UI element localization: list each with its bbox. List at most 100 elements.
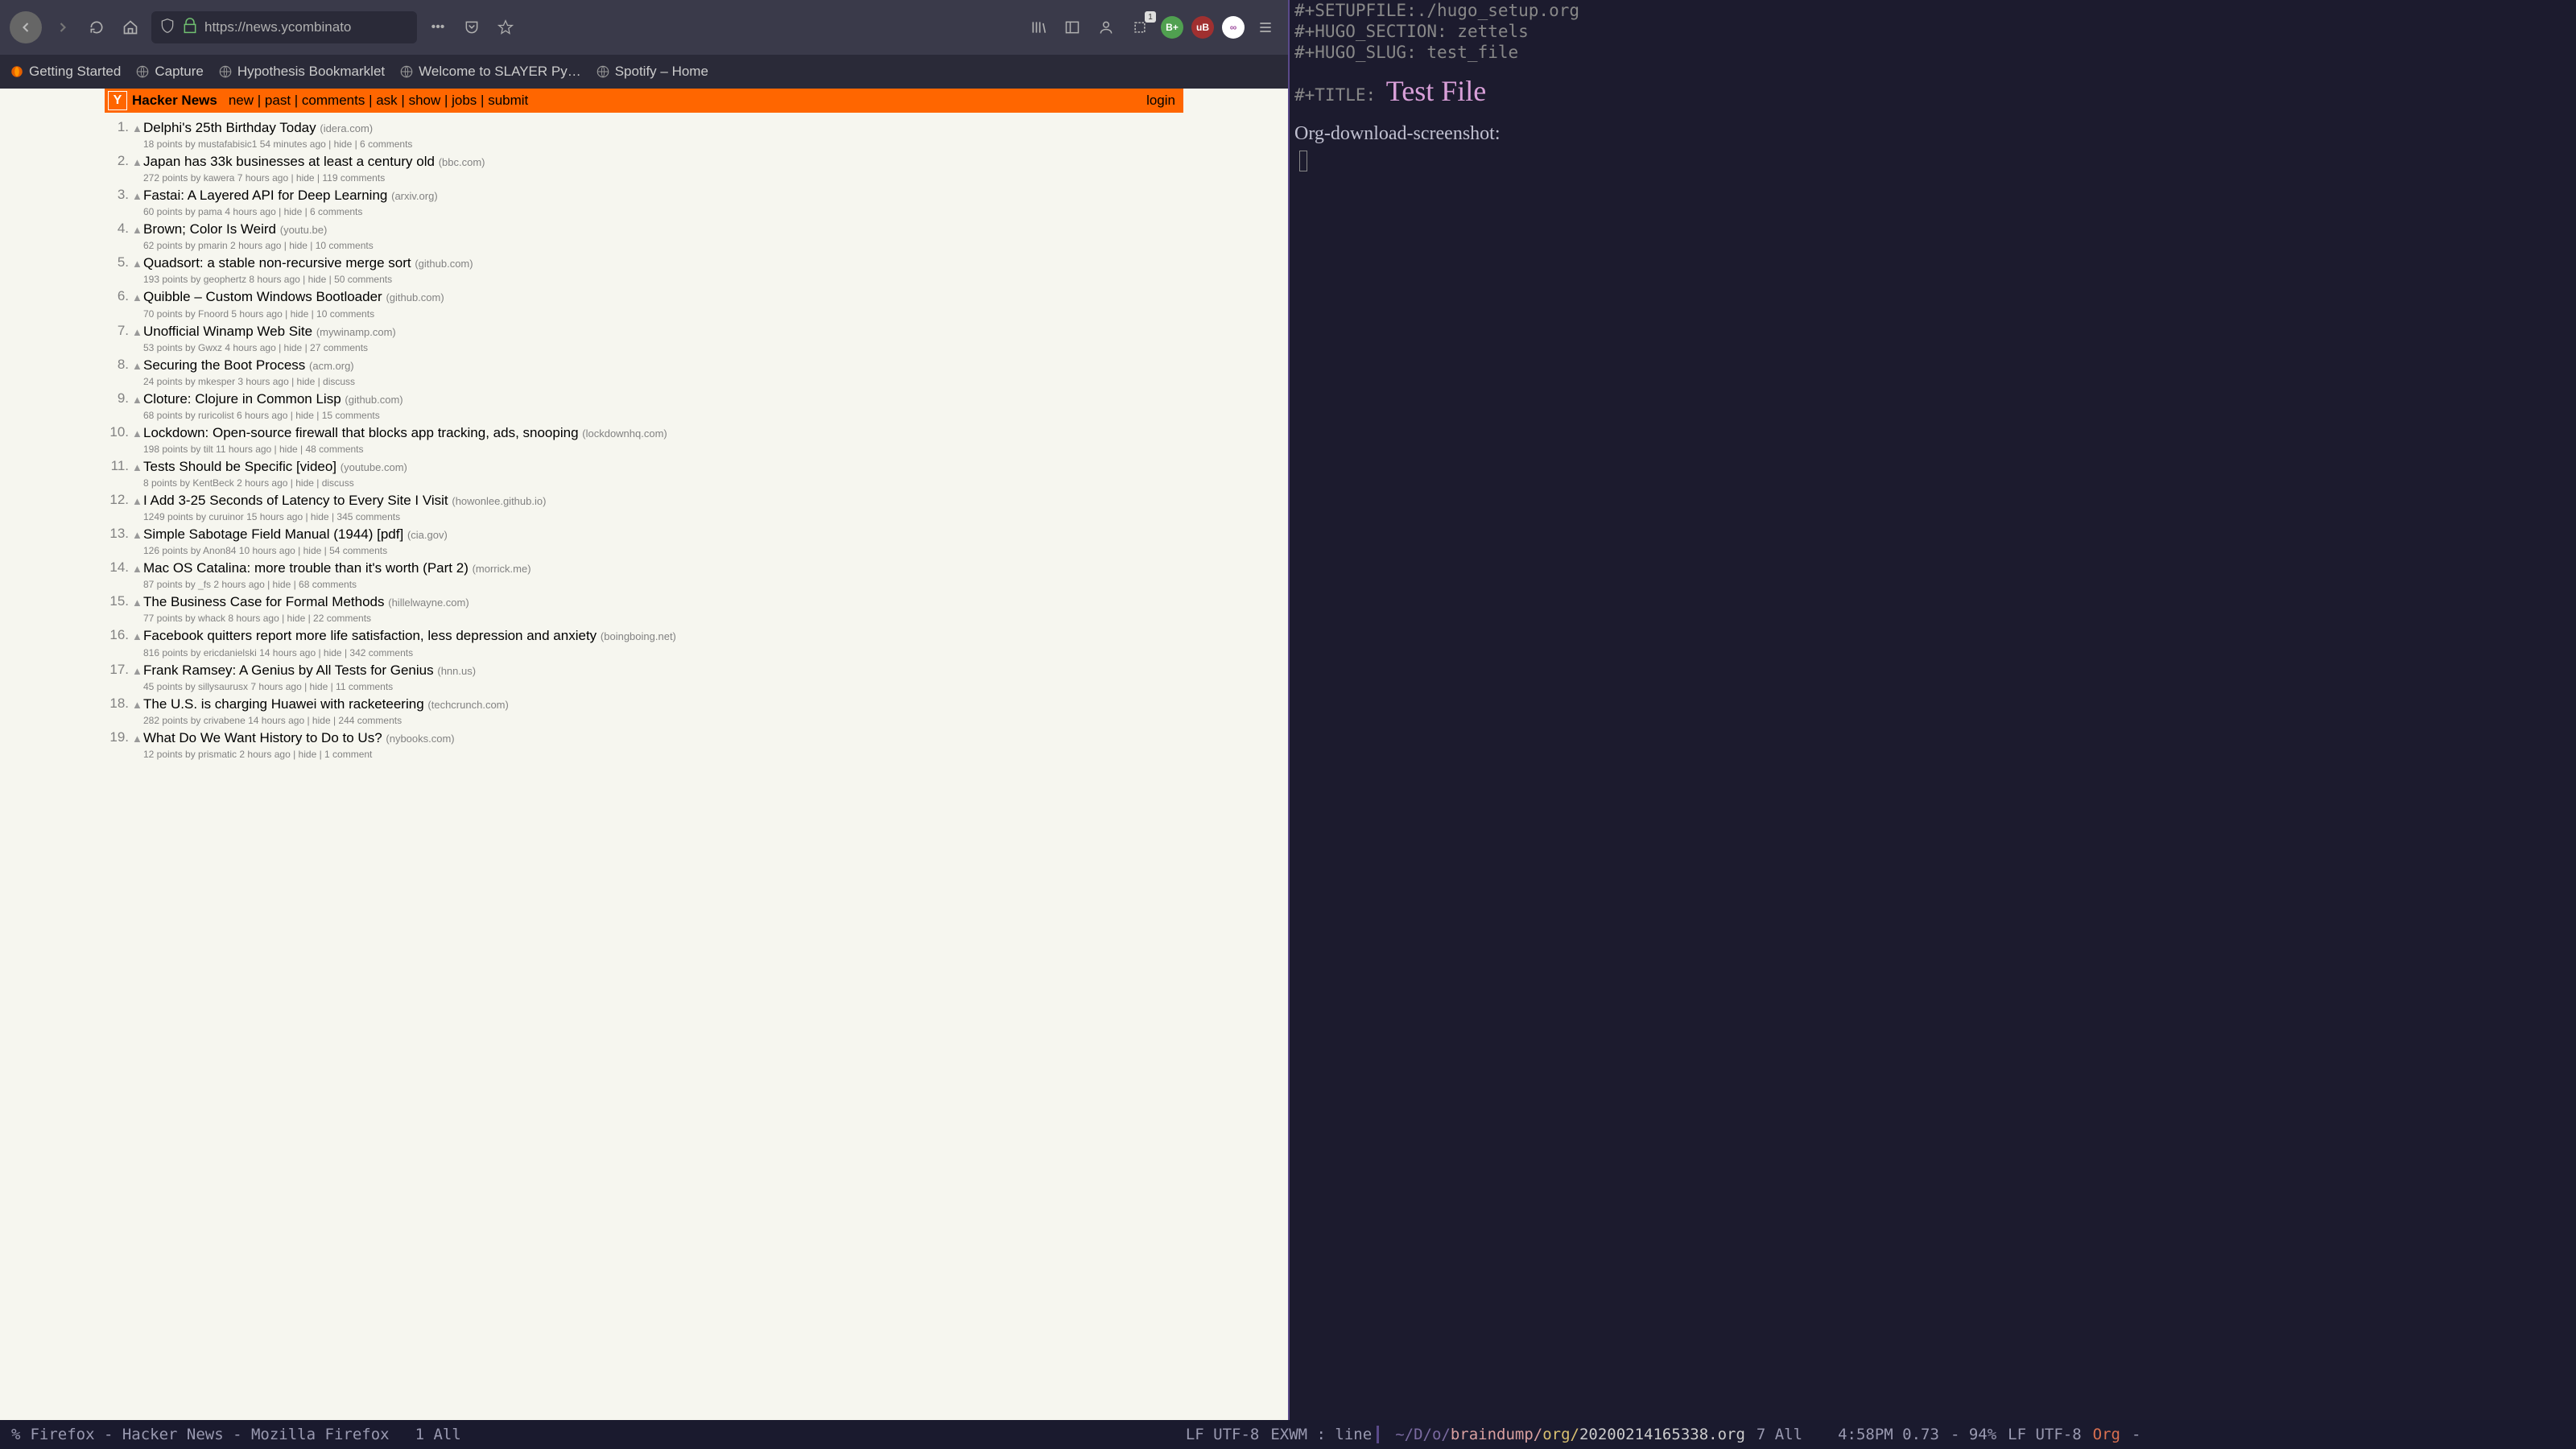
upvote-icon[interactable]: ▲ xyxy=(132,729,143,760)
upvote-icon[interactable]: ▲ xyxy=(132,424,143,455)
hn-story-link[interactable]: I Add 3-25 Seconds of Latency to Every S… xyxy=(143,493,448,508)
hn-site-link[interactable]: (techcrunch.com) xyxy=(427,699,508,711)
account-icon[interactable] xyxy=(1093,14,1119,40)
hn-story-link[interactable]: Lockdown: Open-source firewall that bloc… xyxy=(143,425,579,440)
url-input[interactable] xyxy=(204,19,409,35)
hn-site-link[interactable]: (github.com) xyxy=(415,258,473,270)
hn-site-link[interactable]: (github.com) xyxy=(345,394,402,406)
hn-subtext[interactable]: 126 points by Anon84 10 hours ago | hide… xyxy=(143,543,1183,556)
hn-story-link[interactable]: Securing the Boot Process xyxy=(143,357,305,373)
hn-story-link[interactable]: Japan has 33k businesses at least a cent… xyxy=(143,154,435,169)
bookmark-spotify[interactable]: Spotify – Home xyxy=(596,64,708,80)
hn-story-link[interactable]: Unofficial Winamp Web Site xyxy=(143,324,312,339)
hn-site-link[interactable]: (boingboing.net) xyxy=(601,630,676,642)
page-actions-icon[interactable]: ••• xyxy=(425,14,451,40)
forward-button[interactable] xyxy=(50,14,76,40)
upvote-icon[interactable]: ▲ xyxy=(132,221,143,251)
hn-story-link[interactable]: The U.S. is charging Huawei with rackete… xyxy=(143,696,424,712)
hn-subtext[interactable]: 12 points by prismatic 2 hours ago | hid… xyxy=(143,747,1183,760)
hn-site-link[interactable]: (hnn.us) xyxy=(437,665,476,677)
hn-subtext[interactable]: 1249 points by curuinor 15 hours ago | h… xyxy=(143,510,1183,522)
upvote-icon[interactable]: ▲ xyxy=(132,187,143,217)
hn-subtext[interactable]: 272 points by kawera 7 hours ago | hide … xyxy=(143,171,1183,184)
upvote-icon[interactable]: ▲ xyxy=(132,458,143,489)
bookmark-hypothesis[interactable]: Hypothesis Bookmarklet xyxy=(218,64,385,80)
hn-subtext[interactable]: 62 points by pmarin 2 hours ago | hide |… xyxy=(143,238,1183,251)
url-bar[interactable] xyxy=(151,11,417,43)
hn-subtext[interactable]: 60 points by pama 4 hours ago | hide | 6… xyxy=(143,204,1183,217)
hn-nav-ask[interactable]: ask xyxy=(376,93,397,108)
ext-bitwarden-icon[interactable]: B+ xyxy=(1161,16,1183,39)
upvote-icon[interactable]: ▲ xyxy=(132,153,143,184)
upvote-icon[interactable]: ▲ xyxy=(132,627,143,658)
hn-story-link[interactable]: Quibble – Custom Windows Bootloader xyxy=(143,289,382,304)
hn-nav-new[interactable]: new xyxy=(229,93,254,108)
upvote-icon[interactable]: ▲ xyxy=(132,119,143,150)
hn-subtext[interactable]: 53 points by Gwxz 4 hours ago | hide | 2… xyxy=(143,341,1183,353)
hn-subtext[interactable]: 45 points by sillysaurusx 7 hours ago | … xyxy=(143,679,1183,692)
hn-site-link[interactable]: (youtube.com) xyxy=(341,461,407,473)
hn-site-link[interactable]: (bbc.com) xyxy=(439,156,485,168)
hn-brand[interactable]: Hacker News xyxy=(132,93,217,109)
hn-story-link[interactable]: Brown; Color Is Weird xyxy=(143,221,276,237)
bookmark-slayer[interactable]: Welcome to SLAYER Py… xyxy=(399,64,581,80)
hn-story-link[interactable]: Frank Ramsey: A Genius by All Tests for … xyxy=(143,663,434,678)
hn-nav-comments[interactable]: comments xyxy=(302,93,365,108)
upvote-icon[interactable]: ▲ xyxy=(132,492,143,522)
hn-subtext[interactable]: 816 points by ericdanielski 14 hours ago… xyxy=(143,646,1183,658)
hamburger-menu-icon[interactable] xyxy=(1253,14,1278,40)
hn-story-link[interactable]: Fastai: A Layered API for Deep Learning xyxy=(143,188,387,203)
hn-story-link[interactable]: Mac OS Catalina: more trouble than it's … xyxy=(143,560,469,576)
hn-login-link[interactable]: login xyxy=(1146,93,1175,109)
upvote-icon[interactable]: ▲ xyxy=(132,559,143,590)
hn-subtext[interactable]: 193 points by geophertz 8 hours ago | hi… xyxy=(143,272,1183,285)
upvote-icon[interactable]: ▲ xyxy=(132,696,143,726)
upvote-icon[interactable]: ▲ xyxy=(132,323,143,353)
bookmark-getting-started[interactable]: Getting Started xyxy=(10,64,121,80)
hn-subtext[interactable]: 18 points by mustafabisic1 54 minutes ag… xyxy=(143,137,1183,150)
hn-subtext[interactable]: 24 points by mkesper 3 hours ago | hide … xyxy=(143,374,1183,387)
hn-story-link[interactable]: Delphi's 25th Birthday Today xyxy=(143,120,316,135)
hn-story-link[interactable]: What Do We Want History to Do to Us? xyxy=(143,730,382,745)
reload-button[interactable] xyxy=(84,14,109,40)
hn-subtext[interactable]: 68 points by ruricolist 6 hours ago | hi… xyxy=(143,408,1183,421)
upvote-icon[interactable]: ▲ xyxy=(132,390,143,421)
hn-subtext[interactable]: 87 points by _fs 2 hours ago | hide | 68… xyxy=(143,577,1183,590)
hn-subtext[interactable]: 282 points by crivabene 14 hours ago | h… xyxy=(143,713,1183,726)
hn-nav-jobs[interactable]: jobs xyxy=(452,93,477,108)
hn-subtext[interactable]: 8 points by KentBeck 2 hours ago | hide … xyxy=(143,476,1183,489)
ext-stylus-icon[interactable]: ∞ xyxy=(1222,16,1245,39)
hn-site-link[interactable]: (mywinamp.com) xyxy=(316,326,396,338)
pocket-icon[interactable] xyxy=(459,14,485,40)
hn-subtext[interactable]: 198 points by tilt 11 hours ago | hide |… xyxy=(143,442,1183,455)
upvote-icon[interactable]: ▲ xyxy=(132,288,143,319)
bookmark-capture[interactable]: Capture xyxy=(135,64,203,80)
hn-site-link[interactable]: (cia.gov) xyxy=(407,529,448,541)
hn-nav-submit[interactable]: submit xyxy=(488,93,528,108)
hn-story-link[interactable]: Quadsort: a stable non-recursive merge s… xyxy=(143,255,411,270)
ext-ublock-icon[interactable]: uB xyxy=(1191,16,1214,39)
hn-site-link[interactable]: (nybooks.com) xyxy=(386,733,454,745)
upvote-icon[interactable]: ▲ xyxy=(132,357,143,387)
container-icon[interactable]: 1 xyxy=(1127,14,1153,40)
upvote-icon[interactable]: ▲ xyxy=(132,254,143,285)
hn-site-link[interactable]: (morrick.me) xyxy=(473,563,531,575)
bookmark-star-icon[interactable] xyxy=(493,14,518,40)
upvote-icon[interactable]: ▲ xyxy=(132,662,143,692)
hn-site-link[interactable]: (idera.com) xyxy=(320,122,373,134)
hn-site-link[interactable]: (acm.org) xyxy=(309,360,354,372)
hn-nav-show[interactable]: show xyxy=(409,93,441,108)
hn-site-link[interactable]: (hillelwayne.com) xyxy=(388,597,469,609)
hn-story-link[interactable]: Cloture: Clojure in Common Lisp xyxy=(143,391,341,407)
library-icon[interactable] xyxy=(1026,14,1051,40)
hn-site-link[interactable]: (lockdownhq.com) xyxy=(582,427,667,440)
hn-story-link[interactable]: Facebook quitters report more life satis… xyxy=(143,628,597,643)
hn-story-link[interactable]: Simple Sabotage Field Manual (1944) [pdf… xyxy=(143,526,403,542)
lock-icon[interactable] xyxy=(182,18,198,38)
hn-subtext[interactable]: 70 points by Fnoord 5 hours ago | hide |… xyxy=(143,307,1183,320)
hn-site-link[interactable]: (github.com) xyxy=(386,291,444,303)
back-button[interactable] xyxy=(10,11,42,43)
hn-site-link[interactable]: (arxiv.org) xyxy=(391,190,438,202)
hn-site-link[interactable]: (howonlee.github.io) xyxy=(452,495,546,507)
upvote-icon[interactable]: ▲ xyxy=(132,526,143,556)
